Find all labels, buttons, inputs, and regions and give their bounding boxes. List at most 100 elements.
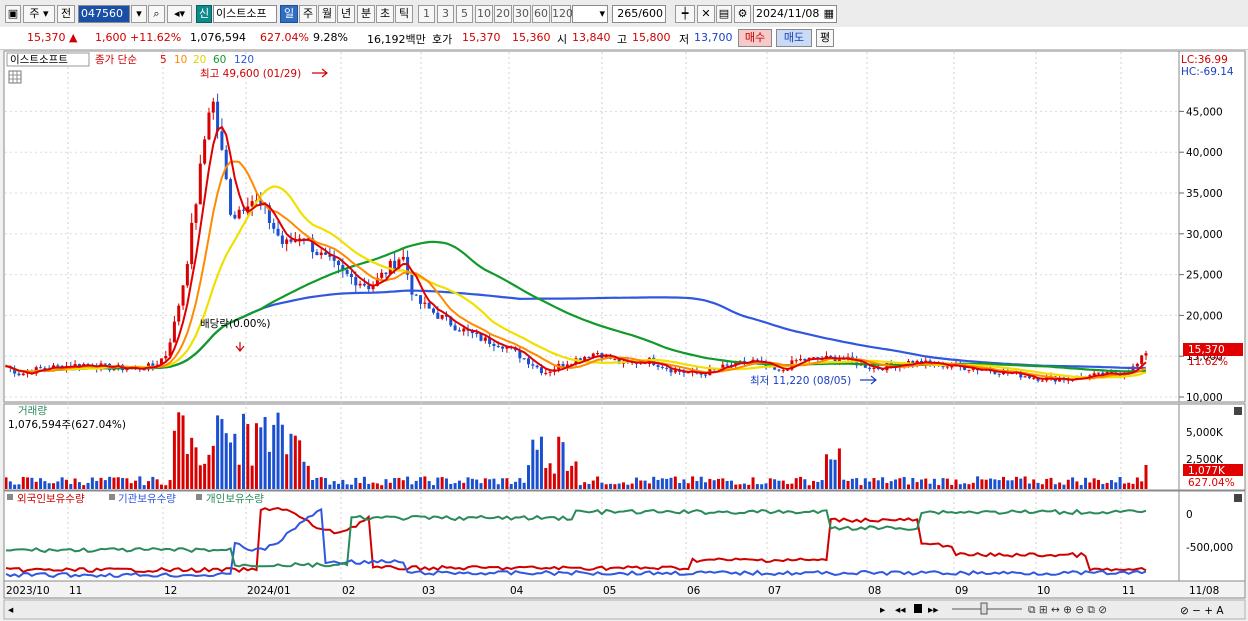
price-tick: 10,000 <box>1186 392 1223 404</box>
volume-bar <box>8 481 12 489</box>
volume-bar <box>263 416 267 489</box>
volume-bar <box>375 483 379 489</box>
layout-icon[interactable]: ▣ <box>5 5 21 23</box>
candle-body <box>613 358 617 360</box>
period-select[interactable]: 주 ▾ <box>23 5 55 23</box>
volume-bar <box>799 476 803 489</box>
ma-title: 종가 단순 <box>95 54 137 66</box>
eval-button[interactable]: 평 <box>816 29 834 47</box>
tab-second[interactable]: 초 <box>376 5 394 23</box>
gear-icon[interactable]: ⚙ <box>734 5 751 23</box>
volume-close-icon[interactable] <box>1234 407 1242 415</box>
volume-bar <box>708 478 712 489</box>
candle-body <box>1097 372 1100 374</box>
interval-1[interactable]: 1 <box>418 5 435 23</box>
volume-bar <box>397 477 401 489</box>
tab-minute[interactable]: 분 <box>357 5 375 23</box>
candle-body <box>436 312 440 319</box>
stop-icon[interactable] <box>914 604 922 613</box>
volume-bar <box>462 482 466 489</box>
volume-bar <box>824 454 828 489</box>
tab-week[interactable]: 주 <box>299 5 317 23</box>
open-label: 시 <box>557 33 568 46</box>
volume-bar <box>155 479 159 489</box>
volume-bar <box>678 483 682 489</box>
volume-bar <box>790 483 794 489</box>
price-tick: 45,000 <box>1186 106 1223 118</box>
volume-bar <box>652 476 656 489</box>
volume-bar <box>112 477 116 489</box>
volume-bar <box>56 481 60 489</box>
interval-3[interactable]: 3 <box>437 5 454 23</box>
tab-tick[interactable]: 틱 <box>395 5 413 23</box>
toolbar-shapes-icon[interactable]: ⧉ ⊞ ↔ ⊕ ⊖ ⧉ ⊘ <box>1028 604 1107 616</box>
trade-amount: 16,192백만 <box>367 33 426 46</box>
volume-bar <box>950 484 954 489</box>
volume-bar <box>518 478 522 489</box>
volume-bar <box>483 478 487 489</box>
bar-count-input[interactable]: 265/600 <box>612 5 666 23</box>
interval-120[interactable]: 120 <box>551 5 573 23</box>
x-axis-label: 06 <box>687 585 701 597</box>
code-dropdown-icon[interactable]: ▾ <box>131 5 147 23</box>
scroll-right-icon[interactable]: ▸ <box>880 604 886 616</box>
crosshair-icon[interactable]: ✕ <box>697 5 715 23</box>
tab-year[interactable]: 년 <box>337 5 355 23</box>
candle-body <box>440 314 444 319</box>
candle-body <box>285 239 289 244</box>
volume-bar <box>466 477 470 489</box>
date-input[interactable]: 2024/11/08 ▦ <box>753 5 837 23</box>
stock-name-field[interactable]: 이스트소프 <box>213 5 277 23</box>
new-button[interactable]: 신 <box>196 5 212 23</box>
forward-icon[interactable]: ▸▸ <box>928 604 939 616</box>
save-icon[interactable]: ▤ <box>716 5 732 23</box>
holdings-close-icon[interactable] <box>1234 494 1242 502</box>
candle-body <box>56 365 60 367</box>
tab-month[interactable]: 월 <box>318 5 336 23</box>
sell-button[interactable]: 매도 <box>776 29 812 47</box>
buy-button[interactable]: 매수 <box>738 29 772 47</box>
stock-chart[interactable]: 이스트소프트 종가 단순 5 10 20 60 120 최고 49,600 (0… <box>0 50 1248 621</box>
volume-bar <box>246 424 250 489</box>
interval-30[interactable]: 30 <box>513 5 531 23</box>
volume-bar <box>440 477 444 489</box>
volume-bar <box>803 479 807 489</box>
candle-body <box>1144 353 1148 356</box>
prev-button[interactable]: 전 <box>57 5 75 23</box>
candle-body <box>453 325 457 331</box>
candle-body <box>181 285 185 306</box>
tab-day[interactable]: 일 <box>280 5 298 23</box>
volume-bar <box>393 478 397 489</box>
search-icon[interactable]: ⌕ <box>148 5 165 23</box>
volume-bar <box>17 484 21 489</box>
interval-5[interactable]: 5 <box>456 5 473 23</box>
zoom-controls-icon[interactable]: ⊘ − + A <box>1180 605 1224 617</box>
volume-bar <box>781 480 785 489</box>
interval-60[interactable]: 60 <box>532 5 550 23</box>
volume-bar <box>26 477 30 489</box>
rewind-icon[interactable]: ◂◂ <box>895 604 906 616</box>
candle-type-icon[interactable]: ┿ <box>675 5 695 23</box>
price-tick: 35,000 <box>1186 188 1223 200</box>
candle-body <box>17 373 21 376</box>
foreign-holdings-label: 외국인보유수량 <box>17 493 85 505</box>
volume-bar <box>306 465 310 489</box>
volume-bar <box>95 480 99 489</box>
scroll-left-icon[interactable]: ◂ <box>8 604 14 616</box>
volume-bar <box>203 463 207 489</box>
volume-bar <box>924 478 928 489</box>
stock-code-input[interactable]: 047560 <box>78 5 130 23</box>
speaker-icon[interactable]: ◂▾ <box>167 5 192 23</box>
candle-body <box>704 374 708 376</box>
volume-bar <box>539 436 543 489</box>
interval-20[interactable]: 20 <box>494 5 512 23</box>
volume-bar <box>717 478 720 489</box>
interval-10[interactable]: 10 <box>475 5 493 23</box>
custom-interval-select[interactable]: ▾ <box>572 5 608 23</box>
volume-bar <box>164 485 168 489</box>
high-label: 고 <box>617 33 628 46</box>
zoom-slider-handle[interactable] <box>980 602 988 615</box>
volume-bar <box>86 482 90 489</box>
table-icon[interactable] <box>8 70 22 84</box>
candle-body <box>432 308 435 313</box>
